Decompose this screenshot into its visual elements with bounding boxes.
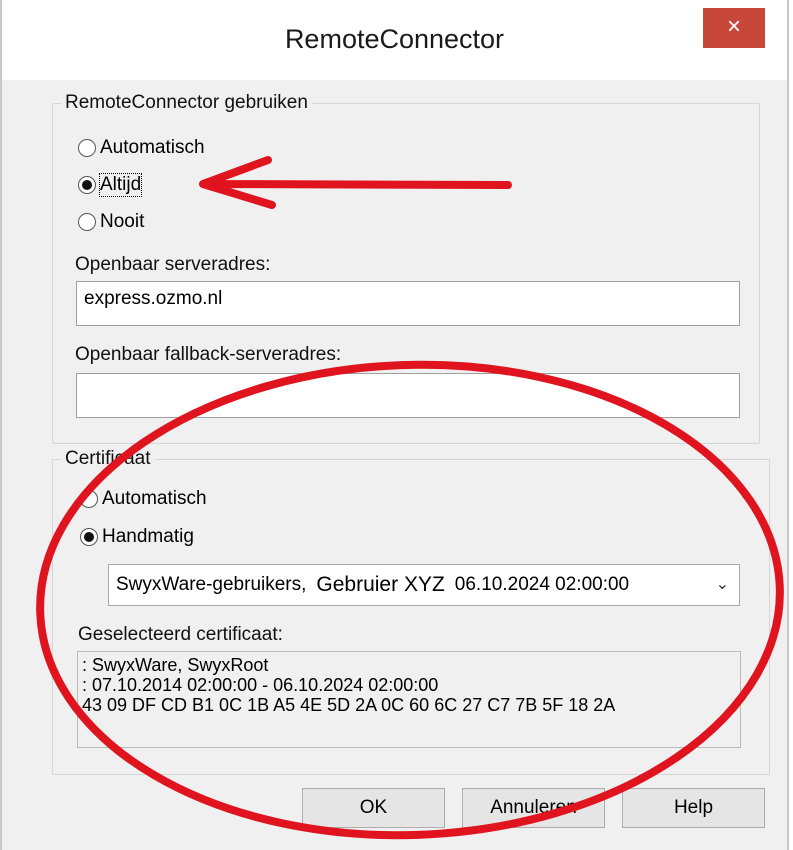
radio-label: Automatisch xyxy=(102,488,207,509)
certificate-dropdown[interactable]: SwyxWare-gebruikers, Gebruier XYZ 06.10.… xyxy=(108,564,740,606)
radio-label: Altijd xyxy=(98,173,143,197)
radio-altijd[interactable]: Altijd xyxy=(78,173,143,197)
radio-label: Automatisch xyxy=(100,137,205,158)
chevron-down-icon[interactable]: ⌄ xyxy=(716,574,729,594)
radio-button-selected[interactable] xyxy=(78,176,96,194)
fallback-address-input[interactable] xyxy=(76,373,740,418)
radio-cert-handmatig[interactable]: Handmatig xyxy=(80,526,194,548)
radio-cert-automatisch[interactable]: Automatisch xyxy=(80,488,207,510)
radio-button-selected[interactable] xyxy=(80,528,98,546)
dialog-window: RemoteConnector × RemoteConnector gebrui… xyxy=(0,0,789,850)
server-address-label: Openbaar serveradres: xyxy=(75,254,271,275)
selected-certificate-details: : SwyxWare, SwyxRoot : 07.10.2014 02:00:… xyxy=(77,651,741,748)
title-bar[interactable]: RemoteConnector × xyxy=(2,0,787,80)
radio-button[interactable] xyxy=(78,213,96,231)
radio-automatisch[interactable]: Automatisch xyxy=(78,137,205,159)
close-button[interactable]: × xyxy=(703,8,765,48)
dialog-client: RemoteConnector gebruiken Automatisch Al… xyxy=(18,80,771,850)
help-button[interactable]: Help xyxy=(622,788,765,828)
radio-nooit[interactable]: Nooit xyxy=(78,211,144,233)
ok-button[interactable]: OK xyxy=(302,788,445,828)
radio-button[interactable] xyxy=(80,490,98,508)
window-title: RemoteConnector xyxy=(284,24,505,54)
close-icon: × xyxy=(726,13,741,40)
selected-certificate-label: Geselecteerd certificaat: xyxy=(78,624,283,645)
certificate-group-legend: Certificaat xyxy=(65,448,151,469)
combo-suffix: 06.10.2024 02:00:00 xyxy=(454,574,630,595)
combo-prefix: SwyxWare-gebruikers, xyxy=(116,574,307,595)
certificate-line: 43 09 DF CD B1 0C 1B A5 4E 5D 2A 0C 60 6… xyxy=(82,695,616,715)
radio-button[interactable] xyxy=(78,139,96,157)
server-address-input[interactable]: express.ozmo.nl xyxy=(76,281,740,326)
certificate-line: : 07.10.2014 02:00:00 - 06.10.2024 02:00… xyxy=(82,675,439,695)
combo-emphasis: Gebruier XYZ xyxy=(316,573,445,596)
fallback-address-label: Openbaar fallback-serveradres: xyxy=(75,344,342,365)
radio-label: Nooit xyxy=(100,211,145,232)
certificate-line: : SwyxWare, SwyxRoot xyxy=(82,655,269,675)
radio-label: Handmatig xyxy=(102,526,194,547)
usage-group-legend: RemoteConnector gebruiken xyxy=(65,92,308,113)
cancel-button[interactable]: Annuleren xyxy=(462,788,605,828)
